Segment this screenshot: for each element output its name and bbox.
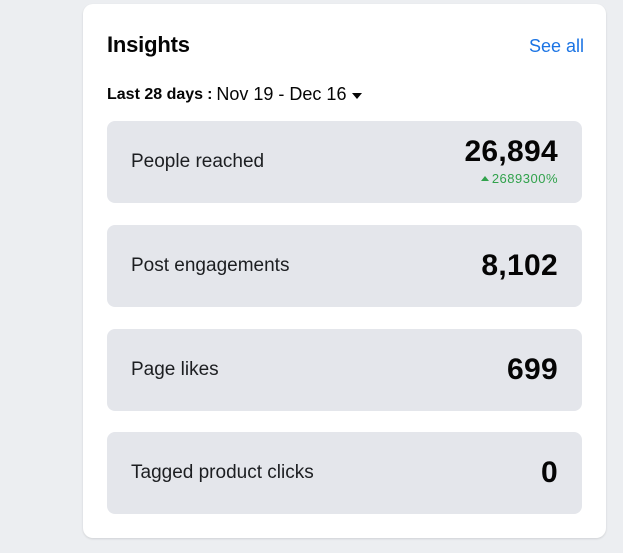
metric-value: 26,894	[464, 135, 558, 168]
metric-value: 0	[541, 456, 558, 489]
date-range-label: Last 28 days	[107, 85, 204, 103]
metric-post-engagements[interactable]: Post engagements 8,102	[107, 225, 582, 307]
caret-down-icon	[352, 92, 363, 99]
metric-tagged-product-clicks[interactable]: Tagged product clicks 0	[107, 432, 582, 514]
date-range-dropdown[interactable]: Last 28 days : Nov 19 - Dec 16	[107, 84, 363, 105]
date-range-value: Nov 19 - Dec 16	[216, 84, 347, 104]
see-all-link[interactable]: See all	[529, 36, 584, 57]
metric-label: People reached	[131, 151, 265, 172]
metric-change: 2689300%	[480, 171, 558, 186]
metric-value: 8,102	[481, 249, 558, 282]
metric-page-likes[interactable]: Page likes 699	[107, 329, 582, 411]
metric-people-reached[interactable]: People reached 26,894 2689300%	[107, 121, 582, 203]
metric-label: Post engagements	[131, 255, 290, 276]
arrow-up-icon	[480, 176, 489, 181]
page: Insights See all Last 28 days : Nov 19 -…	[0, 0, 623, 553]
metric-change-value: 2689300%	[491, 171, 558, 186]
metric-label: Tagged product clicks	[131, 462, 314, 483]
date-range-separator: :	[207, 85, 213, 103]
insights-card: Insights See all Last 28 days : Nov 19 -…	[83, 4, 606, 538]
metric-label: Page likes	[131, 359, 219, 380]
card-title: Insights	[107, 32, 190, 57]
metric-value: 699	[507, 353, 558, 386]
card-header: Insights See all	[107, 32, 584, 62]
